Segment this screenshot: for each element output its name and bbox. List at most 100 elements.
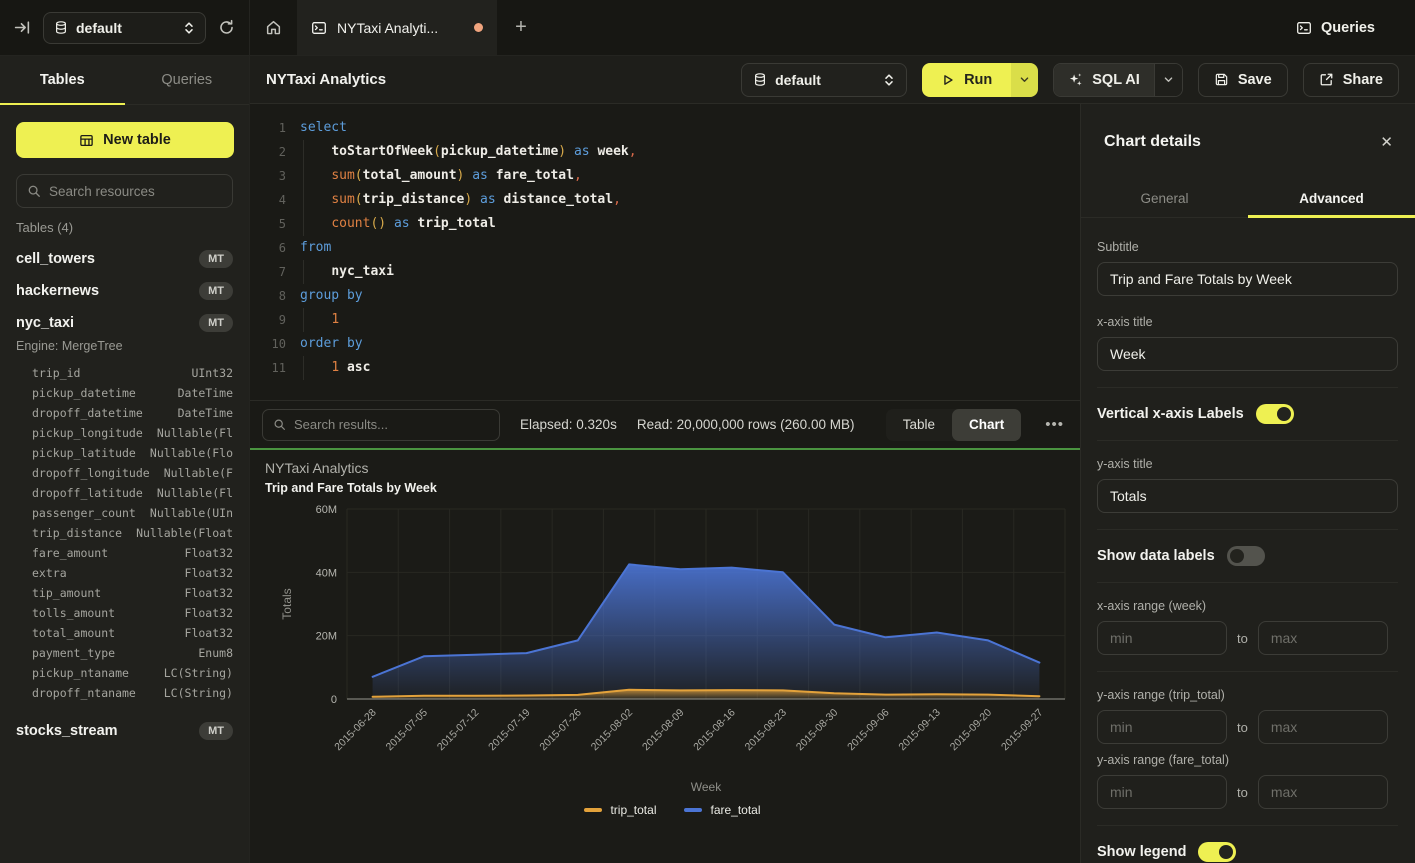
yaxis-range-fare-max-input[interactable]	[1258, 775, 1388, 809]
column-type: Float32	[185, 543, 233, 563]
xaxis-range-label: x-axis range (week)	[1097, 599, 1398, 613]
rows-read: Read: 20,000,000 rows (260.00 MB)	[637, 417, 855, 432]
run-database-value: default	[775, 72, 875, 88]
collapse-sidebar-icon[interactable]	[14, 19, 31, 36]
editor-tab[interactable]: NYTaxi Analyti...	[297, 0, 497, 55]
run-button-main[interactable]: Run	[922, 63, 1011, 97]
more-options-button[interactable]: •••	[1041, 416, 1068, 433]
header-controls: default Run SQL AI	[741, 63, 1399, 97]
column-row: payment_typeEnum8	[32, 643, 233, 663]
chevron-updown-icon	[883, 73, 895, 87]
code-text: group by	[286, 284, 363, 308]
tab-general[interactable]: General	[1081, 180, 1248, 217]
column-row: dropoff_datetimeDateTime	[32, 403, 233, 423]
database-selector[interactable]: default	[43, 12, 206, 44]
code-text: toStartOfWeek(pickup_datetime) as week,	[286, 140, 637, 164]
sql-ai-button[interactable]: SQL AI	[1053, 63, 1183, 97]
view-table-button[interactable]: Table	[886, 409, 952, 441]
tables-list: cell_towersMThackernewsMTnyc_taxiMTEngin…	[0, 243, 249, 747]
show-data-labels-label: Show data labels	[1097, 548, 1215, 564]
search-resources-input[interactable]	[49, 184, 226, 199]
xaxis-title-input[interactable]	[1097, 337, 1398, 371]
vertical-xaxis-labels-toggle[interactable]	[1256, 404, 1294, 424]
tab-advanced[interactable]: Advanced	[1248, 180, 1415, 217]
new-table-label: New table	[103, 132, 171, 148]
column-type: LC(String)	[164, 663, 233, 683]
chart-plot[interactable]: 020M40M60M2015-06-282015-07-052015-07-12…	[265, 499, 1080, 801]
column-row: pickup_latitudeNullable(Flo	[32, 443, 233, 463]
column-name: dropoff_ntaname	[32, 683, 136, 703]
sql-editor[interactable]: 1select2 toStartOfWeek(pickup_datetime) …	[250, 104, 1080, 400]
sql-ai-button-main[interactable]: SQL AI	[1054, 64, 1154, 96]
column-row: tolls_amountFloat32	[32, 603, 233, 623]
column-name: pickup_datetime	[32, 383, 136, 403]
close-icon[interactable]: ✕	[1380, 133, 1393, 151]
run-options-caret[interactable]	[1011, 63, 1038, 97]
home-button[interactable]	[250, 0, 297, 55]
to-label: to	[1237, 720, 1248, 735]
save-button[interactable]: Save	[1198, 63, 1288, 97]
table-engine: Engine: MergeTree	[0, 339, 249, 361]
xaxis-range-max-input[interactable]	[1258, 621, 1388, 655]
show-legend-toggle[interactable]	[1198, 842, 1236, 862]
sidebar-tab-queries[interactable]: Queries	[125, 56, 250, 104]
subtitle-input[interactable]	[1097, 262, 1398, 296]
column-type: UInt32	[191, 363, 233, 383]
code-line: 2 toStartOfWeek(pickup_datetime) as week…	[250, 140, 1080, 164]
share-button[interactable]: Share	[1303, 63, 1399, 97]
svg-text:2015-06-28: 2015-06-28	[332, 707, 379, 754]
new-tab-button[interactable]: +	[497, 0, 545, 55]
column-type: Float32	[185, 623, 233, 643]
table-name: hackernews	[16, 283, 99, 299]
line-number: 8	[250, 284, 286, 308]
svg-text:40M: 40M	[316, 567, 337, 579]
run-database-selector[interactable]: default	[741, 63, 907, 97]
refresh-icon[interactable]	[218, 19, 235, 36]
run-button[interactable]: Run	[922, 63, 1038, 97]
column-row: passenger_countNullable(UIn	[32, 503, 233, 523]
editor-tab-title: NYTaxi Analyti...	[337, 20, 464, 36]
column-row: tip_amountFloat32	[32, 583, 233, 603]
save-icon	[1214, 72, 1229, 87]
legend-item[interactable]: fare_total	[684, 803, 760, 817]
view-chart-button[interactable]: Chart	[952, 409, 1021, 441]
sql-ai-caret[interactable]	[1154, 64, 1182, 96]
column-type: Nullable(Fl	[157, 423, 233, 443]
column-type: LC(String)	[164, 683, 233, 703]
show-data-labels-toggle[interactable]	[1227, 546, 1265, 566]
yaxis-range-trip-min-input[interactable]	[1097, 710, 1227, 744]
table-item[interactable]: cell_towersMT	[0, 243, 249, 275]
elapsed-time: Elapsed: 0.320s	[520, 417, 617, 432]
code-text: 1	[286, 308, 339, 332]
chart-details-title: Chart details	[1104, 133, 1201, 151]
column-row: pickup_datetimeDateTime	[32, 383, 233, 403]
code-text: 1 asc	[286, 356, 370, 380]
yaxis-range-fare-min-input[interactable]	[1097, 775, 1227, 809]
column-name: dropoff_latitude	[32, 483, 143, 503]
column-type: Nullable(UIn	[150, 503, 233, 523]
table-name: nyc_taxi	[16, 315, 74, 331]
table-item[interactable]: nyc_taxiMT	[0, 307, 249, 339]
line-number: 7	[250, 260, 286, 284]
new-table-button[interactable]: New table	[16, 122, 234, 158]
line-number: 10	[250, 332, 286, 356]
yaxis-title-input[interactable]	[1097, 479, 1398, 513]
sidebar-tab-tables[interactable]: Tables	[0, 56, 125, 104]
legend-item[interactable]: trip_total	[584, 803, 656, 817]
search-results-input[interactable]	[294, 417, 489, 432]
xaxis-range-min-input[interactable]	[1097, 621, 1227, 655]
table-item[interactable]: hackernewsMT	[0, 275, 249, 307]
code-text: order by	[286, 332, 363, 356]
table-item[interactable]: stocks_streamMT	[0, 715, 249, 747]
svg-text:Week: Week	[691, 780, 722, 794]
show-legend-label: Show legend	[1097, 844, 1186, 860]
column-type: Enum8	[198, 643, 233, 663]
column-name: trip_distance	[32, 523, 122, 543]
column-type: Nullable(F	[164, 463, 233, 483]
queries-button[interactable]: Queries	[1282, 0, 1415, 55]
column-type: Float32	[185, 563, 233, 583]
table-columns: trip_idUInt32pickup_datetimeDateTimedrop…	[0, 361, 249, 715]
share-icon	[1319, 72, 1334, 87]
column-name: extra	[32, 563, 67, 583]
yaxis-range-trip-max-input[interactable]	[1258, 710, 1388, 744]
